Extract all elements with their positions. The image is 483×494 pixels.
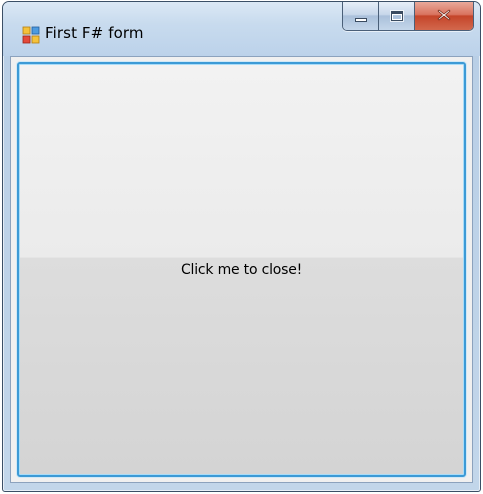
close-button[interactable]: [415, 2, 473, 30]
close-form-button-label: Click me to close!: [180, 261, 303, 278]
window-title: First F# form: [45, 24, 144, 42]
close-form-button[interactable]: Click me to close!: [17, 62, 466, 477]
form-window: First F# form Click me to close!: [2, 1, 481, 492]
maximize-icon: [390, 11, 403, 21]
close-icon: [437, 8, 451, 24]
minimize-icon: [354, 18, 367, 22]
maximize-button[interactable]: [379, 2, 415, 30]
caption-buttons: [342, 2, 474, 31]
winforms-app-icon[interactable]: [22, 26, 40, 44]
title-bar[interactable]: First F# form: [3, 2, 480, 56]
form-client-area: Click me to close!: [10, 56, 473, 483]
minimize-button[interactable]: [343, 2, 379, 30]
